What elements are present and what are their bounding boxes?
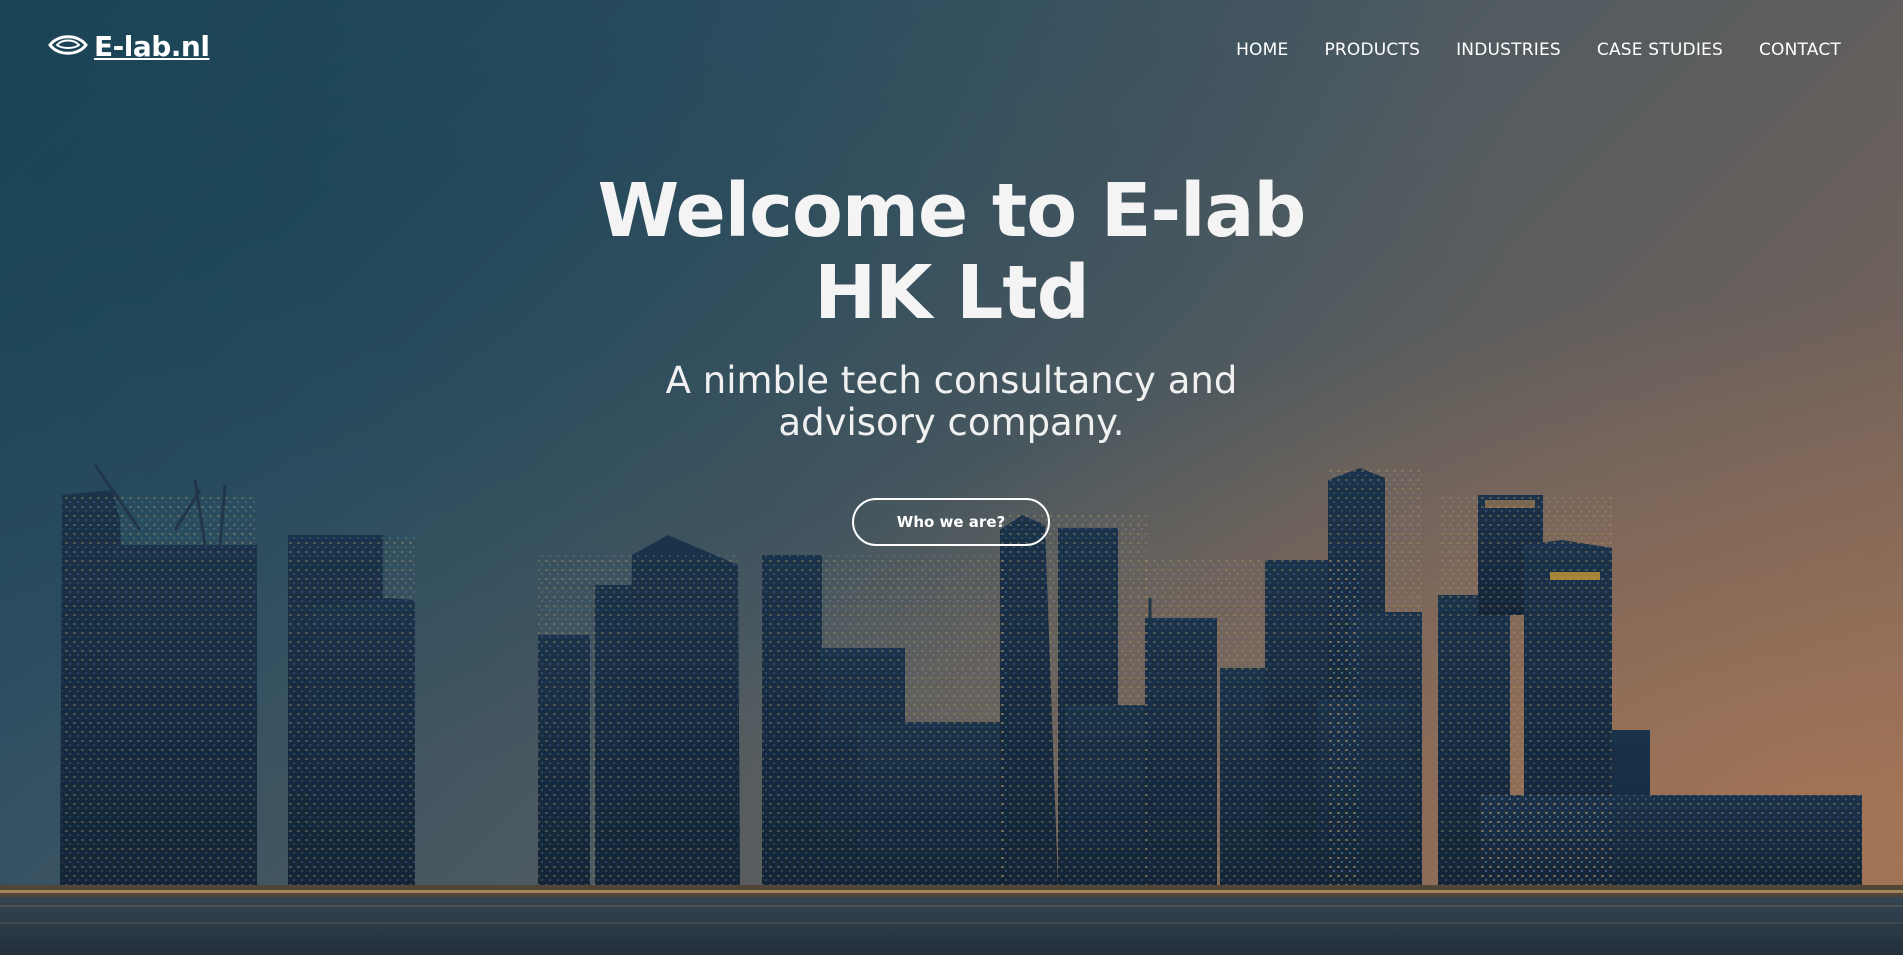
eye-logo-icon: [48, 32, 88, 62]
nav-item-industries[interactable]: INDUSTRIES: [1456, 40, 1561, 60]
who-we-are-button[interactable]: Who we are?: [852, 498, 1050, 546]
hero-subtitle: A nimble tech consultancy and advisory c…: [642, 360, 1262, 444]
hero-content: Welcome to E-lab HK Ltd A nimble tech co…: [0, 170, 1903, 444]
nav-item-home[interactable]: HOME: [1236, 40, 1288, 60]
nav-item-contact[interactable]: CONTACT: [1759, 40, 1841, 60]
site-logo[interactable]: E-lab.nl: [48, 30, 210, 63]
hero-title-line-2: HK Ltd: [814, 250, 1090, 336]
nav-item-products[interactable]: PRODUCTS: [1324, 40, 1420, 60]
hero-subtitle-line-2: advisory company.: [778, 401, 1125, 444]
hero-subtitle-line-1: A nimble tech consultancy and: [665, 359, 1238, 402]
hero-title: Welcome to E-lab HK Ltd: [572, 170, 1332, 334]
main-nav: HOME PRODUCTS INDUSTRIES CASE STUDIES CO…: [1236, 40, 1841, 60]
logo-text: E-lab.nl: [94, 30, 210, 63]
hero-title-line-1: Welcome to E-lab: [597, 168, 1307, 254]
nav-item-case-studies[interactable]: CASE STUDIES: [1597, 40, 1723, 60]
hero-overlay: [0, 0, 1903, 955]
hero-section: E-lab.nl HOME PRODUCTS INDUSTRIES CASE S…: [0, 0, 1903, 955]
